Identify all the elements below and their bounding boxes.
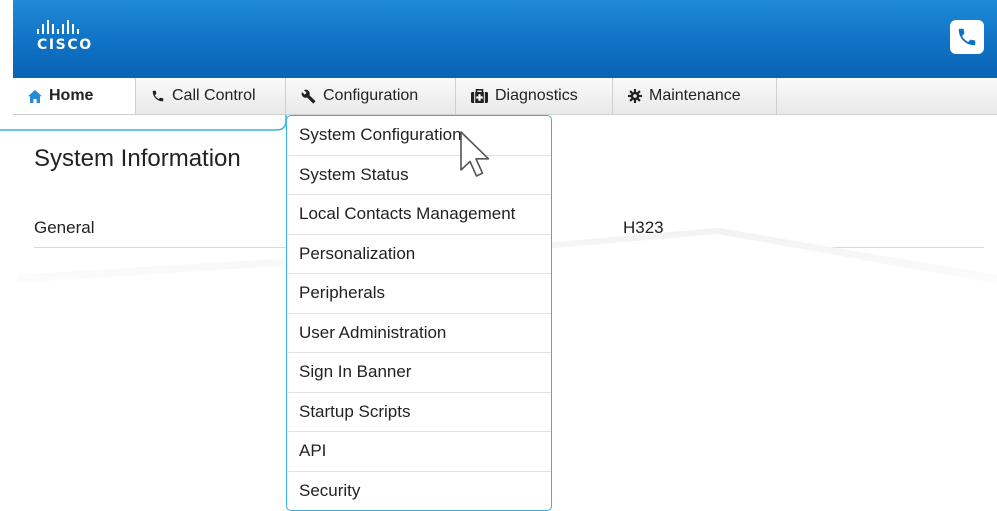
tab-call-control[interactable]: Call Control [136, 78, 286, 114]
menu-item-security[interactable]: Security [287, 472, 551, 511]
callout-line [0, 115, 287, 131]
call-button[interactable] [950, 20, 984, 54]
main-nav: Home Call Control Configuration Diagnost… [13, 78, 997, 115]
cisco-logo-bars [37, 20, 93, 34]
tab-call-control-label: Call Control [172, 87, 256, 104]
tab-maintenance[interactable]: Maintenance [613, 78, 777, 114]
menu-item-personalization[interactable]: Personalization [287, 235, 551, 274]
wrench-icon [301, 89, 316, 103]
cisco-logo: CISCO [37, 20, 93, 53]
medkit-icon [471, 89, 488, 103]
menu-item-startup-scripts[interactable]: Startup Scripts [287, 393, 551, 432]
tab-maintenance-label: Maintenance [649, 87, 741, 104]
gear-icon [628, 89, 642, 103]
section-general-label: General [34, 218, 95, 237]
menu-item-local-contacts-management[interactable]: Local Contacts Management [287, 195, 551, 235]
app-header: CISCO [13, 0, 997, 78]
menu-item-api[interactable]: API [287, 432, 551, 472]
tab-configuration[interactable]: Configuration [286, 78, 456, 114]
tab-diagnostics-label: Diagnostics [495, 87, 578, 104]
menu-item-system-configuration[interactable]: System Configuration [287, 116, 551, 156]
tab-configuration-label: Configuration [323, 87, 419, 104]
phone-icon [152, 90, 164, 102]
mouse-pointer-icon [460, 131, 490, 177]
menu-item-system-status[interactable]: System Status [287, 156, 551, 195]
tab-diagnostics[interactable]: Diagnostics [456, 78, 613, 114]
menu-item-user-administration[interactable]: User Administration [287, 314, 551, 353]
tab-home[interactable]: Home [13, 78, 136, 114]
configuration-dropdown-menu: System Configuration System Status Local… [286, 115, 552, 511]
menu-item-peripherals[interactable]: Peripherals [287, 274, 551, 314]
home-icon [28, 89, 42, 103]
tab-home-label: Home [49, 87, 94, 104]
phone-icon [958, 28, 976, 46]
menu-item-sign-in-banner[interactable]: Sign In Banner [287, 353, 551, 393]
cisco-logo-text: CISCO [37, 37, 93, 53]
page-title: System Information [34, 145, 241, 172]
